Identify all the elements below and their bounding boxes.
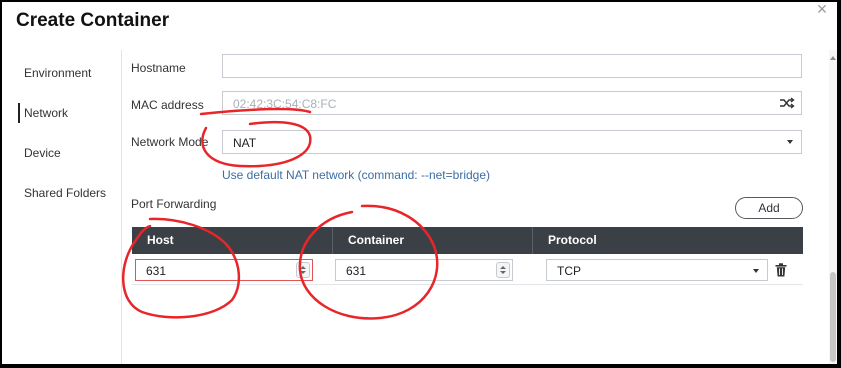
stepper-up-icon <box>300 266 306 269</box>
column-header-host: Host <box>147 233 174 247</box>
mac-address-input[interactable]: 02:42:3C:54:C8:FC <box>222 91 802 115</box>
container-port-stepper[interactable] <box>496 262 510 278</box>
network-mode-select[interactable]: NAT <box>222 130 802 154</box>
protocol-select[interactable]: TCP <box>546 259 768 281</box>
scrollbar-thumb[interactable] <box>830 272 836 362</box>
hostname-label: Hostname <box>131 61 186 75</box>
dialog-title: Create Container <box>16 10 170 31</box>
trash-icon[interactable] <box>775 263 787 277</box>
network-mode-label: Network Mode <box>131 135 209 149</box>
sidebar-item-network[interactable]: Network <box>17 103 68 123</box>
add-port-button[interactable]: Add <box>735 197 803 219</box>
chevron-down-icon <box>787 140 793 144</box>
scrollbar[interactable] <box>829 50 837 364</box>
mac-address-label: MAC address <box>131 98 204 112</box>
column-header-protocol: Protocol <box>532 227 803 254</box>
scroll-up-icon[interactable] <box>830 56 836 60</box>
host-port-input[interactable]: 631 <box>135 259 313 281</box>
container-port-value: 631 <box>346 264 367 278</box>
stepper-up-icon <box>500 266 506 269</box>
protocol-value: TCP <box>557 264 581 278</box>
stepper-down-icon <box>300 271 306 274</box>
close-icon[interactable]: ✕ <box>815 2 829 16</box>
host-port-stepper[interactable] <box>296 262 310 278</box>
table-header: Host Container Protocol <box>132 227 803 254</box>
chevron-down-icon <box>753 269 759 273</box>
container-port-input[interactable]: 631 <box>335 259 513 281</box>
port-forwarding-label: Port Forwarding <box>131 197 217 211</box>
shuffle-icon[interactable] <box>779 96 795 110</box>
mac-address-placeholder: 02:42:3C:54:C8:FC <box>233 97 337 111</box>
host-port-value: 631 <box>146 264 167 278</box>
sidebar-item-device[interactable]: Device <box>24 146 61 160</box>
network-mode-value: NAT <box>233 136 257 150</box>
stepper-down-icon <box>500 271 506 274</box>
network-settings-panel: Hostname MAC address 02:42:3C:54:C8:FC N… <box>123 50 829 364</box>
dialog-titlebar: Create Container ✕ <box>2 2 837 50</box>
create-container-dialog: Create Container ✕ Environment Network D… <box>2 2 837 364</box>
sidebar: Environment Network Device Shared Folder… <box>2 50 122 364</box>
port-forwarding-table: Host Container Protocol 631 631 TCP <box>132 227 803 285</box>
sidebar-item-shared-folders[interactable]: Shared Folders <box>24 186 106 200</box>
column-header-container: Container <box>332 227 532 254</box>
sidebar-item-environment[interactable]: Environment <box>24 66 91 80</box>
table-row: 631 631 TCP <box>132 254 803 285</box>
screenshot-frame: Create Container ✕ Environment Network D… <box>0 0 841 368</box>
network-mode-hint[interactable]: Use default NAT network (command: --net=… <box>222 168 490 182</box>
hostname-input[interactable] <box>222 54 802 78</box>
